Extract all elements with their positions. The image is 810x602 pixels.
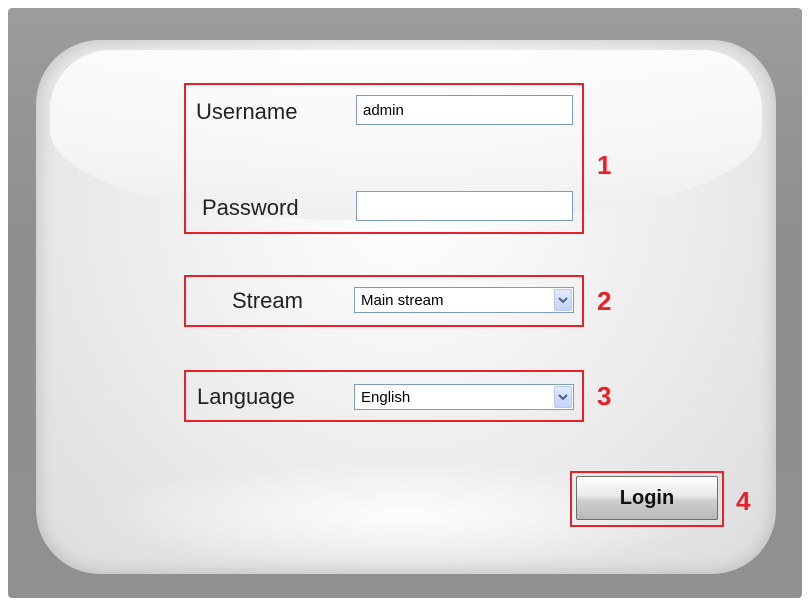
annotation-marker-3: 3	[597, 381, 612, 411]
login-page: Username Password 1 Stream Main stream 2…	[0, 0, 810, 602]
username-label: Username	[196, 99, 298, 124]
stream-label: Stream	[232, 288, 303, 313]
annotation-marker-2: 2	[597, 286, 612, 316]
annotation-marker-4: 4	[736, 486, 751, 516]
username-input[interactable]	[356, 95, 573, 125]
annotation-marker-1: 1	[597, 150, 612, 180]
language-label: Language	[197, 384, 295, 409]
stream-select[interactable]: Main stream	[354, 287, 574, 313]
chevron-down-icon[interactable]	[554, 289, 572, 311]
password-label: Password	[202, 195, 299, 220]
stream-select-value: Main stream	[361, 292, 444, 309]
chevron-down-icon[interactable]	[554, 386, 572, 408]
password-input[interactable]	[356, 191, 573, 221]
language-select-value: English	[361, 389, 411, 406]
login-button[interactable]: Login	[576, 476, 718, 520]
language-select[interactable]: English	[354, 384, 574, 410]
